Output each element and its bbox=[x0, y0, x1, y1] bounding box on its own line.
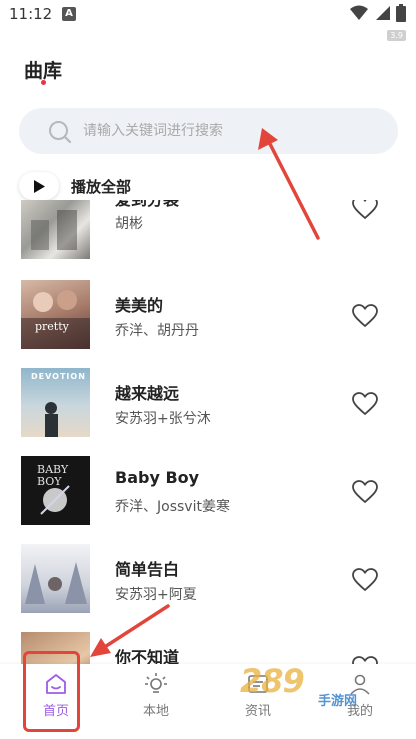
heart-icon[interactable] bbox=[352, 656, 378, 664]
cover-text: pretty bbox=[35, 320, 69, 333]
song-cover: DEVOTION bbox=[21, 368, 90, 437]
play-all-button[interactable] bbox=[19, 172, 59, 200]
heart-icon[interactable] bbox=[352, 568, 378, 592]
song-item[interactable]: 简单告白 安苏羽+阿夏 bbox=[0, 544, 416, 632]
song-item[interactable]: 爱到分裂 胡彬 bbox=[0, 200, 416, 268]
page-title: 曲库 bbox=[24, 60, 63, 82]
title-indicator-dot bbox=[41, 80, 46, 85]
song-title: 爱到分裂 bbox=[115, 200, 179, 210]
song-item[interactable]: pretty 美美的 乔洋、胡丹丹 bbox=[0, 280, 416, 368]
song-list[interactable]: 爱到分裂 胡彬 pretty 美美的 乔洋、胡丹丹 DEVOTION 越来越远 … bbox=[0, 200, 416, 664]
song-cover: BABY BOY bbox=[21, 456, 90, 525]
status-tag: 3.9 bbox=[387, 30, 406, 41]
watermark-logo: 289 bbox=[240, 662, 305, 700]
search-bar[interactable] bbox=[19, 108, 398, 154]
song-item[interactable]: DEVOTION 越来越远 安苏羽+张兮沐 bbox=[0, 368, 416, 456]
cover-text: DEVOTION bbox=[31, 372, 86, 381]
nav-item-local[interactable]: 本地 bbox=[104, 664, 208, 739]
signal-icon bbox=[376, 6, 390, 20]
song-title: Baby Boy bbox=[115, 468, 200, 487]
song-item[interactable]: BABY BOY Baby Boy 乔洋、Jossvit姜寒 bbox=[0, 456, 416, 544]
song-title: 简单告白 bbox=[115, 560, 180, 579]
bulb-icon bbox=[145, 673, 167, 693]
battery-icon bbox=[396, 4, 406, 22]
wifi-icon bbox=[350, 5, 368, 20]
cover-text: BABY BOY bbox=[37, 463, 69, 488]
song-title: 你不知道 bbox=[115, 648, 180, 664]
play-all-label[interactable]: 播放全部 bbox=[71, 176, 131, 197]
status-time: 11:12 bbox=[9, 5, 53, 23]
search-icon bbox=[49, 121, 72, 144]
song-title: 美美的 bbox=[115, 296, 164, 315]
heart-icon[interactable] bbox=[352, 200, 378, 220]
song-artist: 安苏羽+张兮沐 bbox=[115, 411, 211, 427]
play-icon bbox=[34, 179, 45, 193]
search-input[interactable] bbox=[83, 108, 383, 154]
heart-icon[interactable] bbox=[352, 392, 378, 416]
song-cover bbox=[21, 200, 90, 259]
song-artist: 乔洋、Jossvit姜寒 bbox=[115, 499, 230, 515]
song-artist: 胡彬 bbox=[115, 216, 143, 232]
song-title: 越来越远 bbox=[115, 384, 180, 403]
song-cover: pretty bbox=[21, 280, 90, 349]
nav-label: 资讯 bbox=[244, 704, 271, 719]
heart-icon[interactable] bbox=[352, 304, 378, 328]
notification-badge: A bbox=[62, 7, 76, 21]
song-cover bbox=[21, 544, 90, 613]
annotation-highlight-box bbox=[23, 651, 80, 732]
nav-label: 本地 bbox=[142, 704, 169, 719]
play-all[interactable]: 播放全部 bbox=[19, 172, 131, 200]
heart-icon[interactable] bbox=[352, 480, 378, 504]
song-artist: 安苏羽+阿夏 bbox=[115, 587, 197, 603]
watermark-text: 手游网 bbox=[318, 694, 358, 709]
status-bar: 11:12 A 3.9 bbox=[0, 0, 416, 41]
status-icons bbox=[350, 4, 406, 22]
song-artist: 乔洋、胡丹丹 bbox=[115, 323, 199, 339]
